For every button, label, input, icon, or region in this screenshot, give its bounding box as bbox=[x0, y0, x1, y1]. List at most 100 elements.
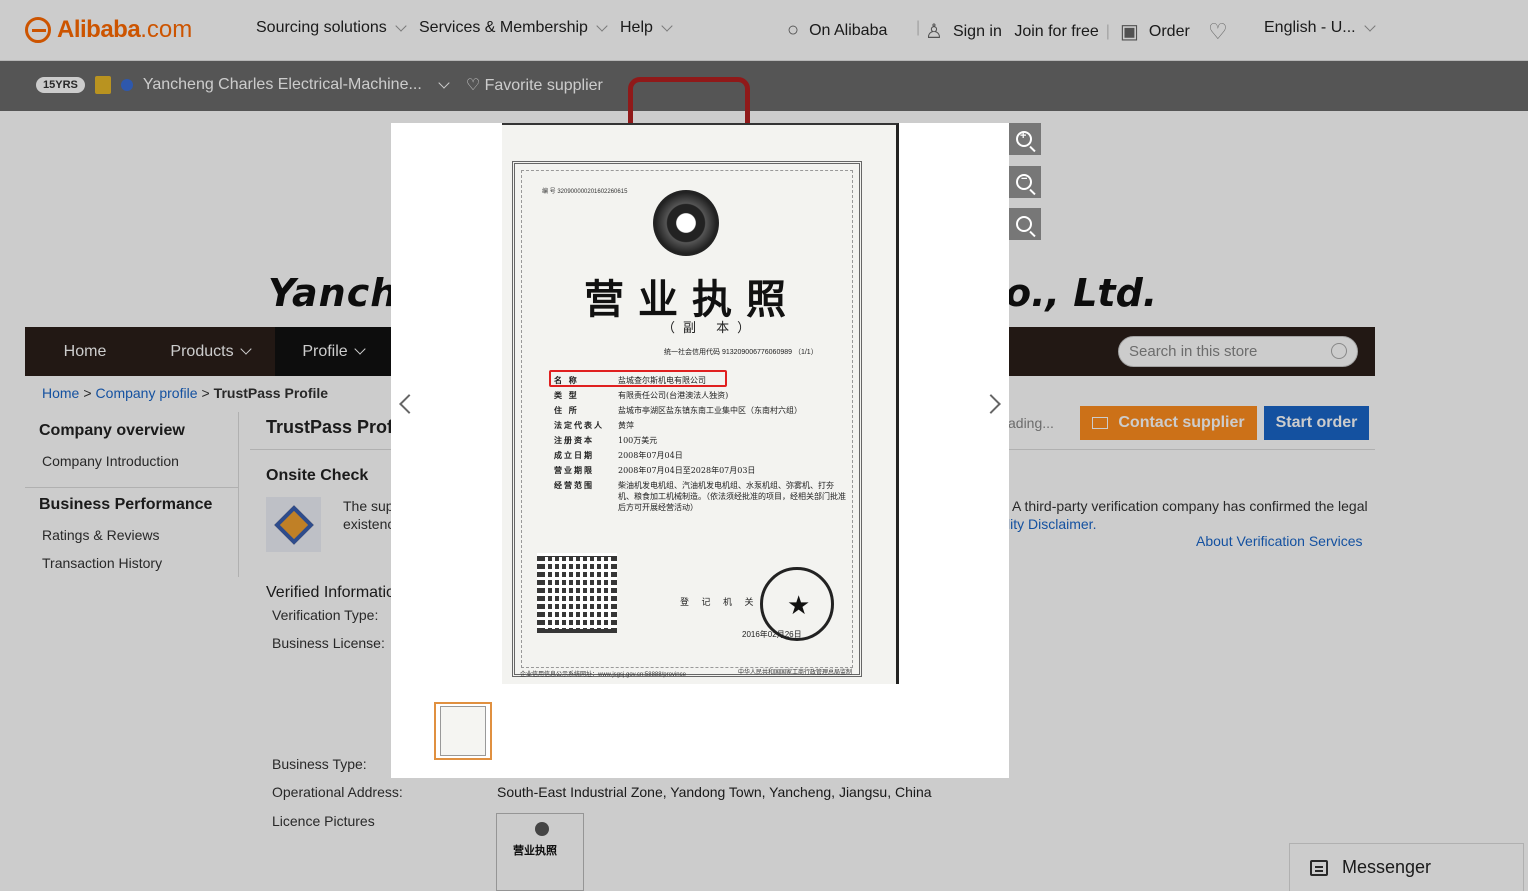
field-value: 柴油机发电机组、汽油机发电机组、水泵机组、弥雾机、打夯机、粮食加工机械制造。（依… bbox=[618, 481, 846, 512]
field-key: 法定代表人 bbox=[554, 420, 604, 430]
breadcrumb-home[interactable]: Home bbox=[42, 385, 79, 401]
field-key: 成立日期 bbox=[554, 450, 594, 460]
license-date: 2016年02月26日 bbox=[742, 630, 802, 639]
join-free-link[interactable]: Join for free bbox=[1014, 23, 1098, 41]
field-key: 名 称 bbox=[554, 375, 579, 385]
nav-help[interactable]: Help bbox=[620, 19, 673, 37]
store-company-name[interactable]: Yancheng Charles Electrical-Machine... bbox=[143, 76, 422, 94]
image-viewer-modal: 编 号 320900000201602260615 营业执照 （副 本） 统一社… bbox=[391, 123, 1009, 778]
license-field-capital: 注册资本 100万美元 bbox=[554, 435, 848, 446]
chevron-down-icon bbox=[239, 343, 252, 355]
viewer-thumbnail[interactable] bbox=[434, 702, 492, 760]
nav-services-membership[interactable]: Services & Membership bbox=[419, 19, 608, 37]
start-order-button[interactable]: Start order bbox=[1264, 406, 1369, 440]
field-key: 经营范围 bbox=[554, 480, 594, 490]
chevron-down-icon bbox=[596, 19, 608, 32]
about-verification-link[interactable]: About Verification Services bbox=[1196, 533, 1363, 549]
divider: | bbox=[916, 19, 921, 36]
registration-office: 登 记 机 关 bbox=[680, 597, 759, 607]
onsite-description-right: A third-party verification company has c… bbox=[1012, 498, 1368, 514]
language-label: English - U... bbox=[1264, 19, 1356, 36]
language-selector[interactable]: English - U... bbox=[1264, 19, 1376, 37]
top-header: Alibaba .com Sourcing solutions Services … bbox=[0, 0, 1528, 61]
messenger-button[interactable]: Messenger bbox=[1289, 843, 1524, 891]
on-alibaba-search[interactable]: ○ On Alibaba bbox=[787, 19, 887, 42]
verified-icon bbox=[120, 79, 133, 91]
licence-picture-thumbnail[interactable]: 营业执照 bbox=[496, 813, 584, 891]
page-title: TrustPass Prof bbox=[266, 417, 394, 437]
license-field-established: 成立日期 2008年07月04日 bbox=[554, 450, 848, 461]
chevron-down-icon[interactable] bbox=[438, 76, 450, 89]
field-key: 住 所 bbox=[554, 405, 579, 415]
breadcrumb-company-profile[interactable]: Company profile bbox=[96, 385, 198, 401]
user-menu[interactable]: ♙ Sign in Join for free | bbox=[925, 19, 1110, 44]
field-value: 盐城查尔斯机电有限公司 bbox=[618, 376, 706, 385]
license-field-scope: 经营范围 柴油机发电机组、汽油机发电机组、水泵机组、弥雾机、打夯机、粮食加工机械制… bbox=[554, 480, 848, 513]
previous-image-button[interactable] bbox=[391, 373, 421, 435]
chevron-down-icon bbox=[354, 343, 366, 355]
store-search-input[interactable]: Search in this store bbox=[1118, 336, 1358, 367]
chevron-down-icon bbox=[661, 19, 673, 32]
license-footer-right: 中华人民共和国国家工商行政管理总局监制 bbox=[738, 670, 853, 676]
chevron-left-icon bbox=[399, 394, 419, 414]
nav-sourcing-solutions[interactable]: Sourcing solutions bbox=[256, 19, 407, 37]
field-value: 2008年07月04日至2028年07月03日 bbox=[618, 466, 756, 475]
sign-in-link[interactable]: Sign in bbox=[953, 23, 1002, 41]
alibaba-logo[interactable]: Alibaba .com bbox=[25, 14, 192, 46]
favorite-supplier-button[interactable]: ♡ Favorite supplier bbox=[466, 75, 603, 95]
years-badge: 15YRS bbox=[36, 77, 85, 93]
store-nav-products[interactable]: Products bbox=[145, 327, 275, 376]
messenger-label: Messenger bbox=[1342, 857, 1432, 877]
sidebar-item-ratings-reviews[interactable]: Ratings & Reviews bbox=[42, 527, 160, 543]
zoom-out-button[interactable]: − bbox=[1007, 166, 1041, 198]
order-link[interactable]: ▣ Order bbox=[1120, 19, 1190, 44]
breadcrumb-current: TrustPass Profile bbox=[213, 385, 329, 401]
sidebar-item-company-introduction[interactable]: Company Introduction bbox=[42, 453, 179, 469]
store-nav-profile[interactable]: Profile bbox=[275, 327, 391, 376]
sidebar-item-transaction-history[interactable]: Transaction History bbox=[42, 555, 162, 571]
next-image-button[interactable] bbox=[979, 373, 1009, 435]
sidebar-section-company-overview[interactable]: Company overview bbox=[39, 422, 185, 440]
breadcrumb-separator: > bbox=[83, 385, 92, 401]
license-footer-left: 企业信用信息公示系统网址：www.jsgsj.gov.cn:58888/prov… bbox=[520, 672, 686, 678]
sidebar-section-business-performance[interactable]: Business Performance bbox=[39, 496, 212, 514]
field-value: 100万美元 bbox=[618, 436, 658, 445]
zoom-reset-icon bbox=[1016, 216, 1032, 232]
business-license-image: 编 号 320900000201602260615 营业执照 （副 本） 统一社… bbox=[502, 123, 899, 684]
verification-type-label: Verification Type: bbox=[272, 607, 379, 623]
mail-icon bbox=[1092, 417, 1109, 429]
alibaba-logo-icon bbox=[25, 17, 51, 43]
license-field-term: 营业期限 2008年07月04日至2028年07月03日 bbox=[554, 465, 848, 476]
store-nav-home[interactable]: Home bbox=[25, 327, 145, 376]
nav-label: Help bbox=[620, 19, 653, 36]
contact-supplier-button[interactable]: Contact supplier bbox=[1080, 406, 1257, 440]
store-search-placeholder: Search in this store bbox=[1129, 343, 1258, 360]
field-value: 黄萍 bbox=[618, 421, 634, 430]
onsite-check-title: Onsite Check bbox=[266, 467, 369, 484]
national-emblem-icon bbox=[653, 190, 719, 256]
license-field-address: 住 所 盐城市亭湖区盐东镇东南工业集中区（东南村六组） bbox=[554, 405, 848, 416]
heart-icon: ♡ bbox=[465, 77, 481, 94]
search-icon[interactable] bbox=[1331, 343, 1347, 359]
store-nav-label: Profile bbox=[302, 343, 348, 360]
chevron-down-icon bbox=[395, 19, 407, 32]
field-value: 有限责任公司(台港澳法人独资) bbox=[618, 391, 729, 400]
start-order-label: Start order bbox=[1275, 414, 1358, 431]
order-label: Order bbox=[1148, 22, 1190, 40]
search-icon: ○ bbox=[787, 19, 800, 41]
operational-address-value: South-East Industrial Zone, Yandong Town… bbox=[497, 784, 932, 800]
emblem-icon bbox=[535, 822, 549, 836]
zoom-reset-button[interactable] bbox=[1007, 208, 1041, 240]
liability-disclaimer-link[interactable]: lity Disclaimer. bbox=[1007, 516, 1096, 532]
nav-label: Sourcing solutions bbox=[256, 19, 387, 36]
favorites-heart-icon[interactable]: ♡ bbox=[1208, 19, 1228, 45]
zoom-in-button[interactable]: + bbox=[1007, 123, 1041, 155]
field-value: 盐城市亭湖区盐东镇东南工业集中区（东南村六组） bbox=[618, 406, 802, 415]
field-key: 营业期限 bbox=[554, 465, 594, 475]
onsite-check-icon bbox=[266, 497, 321, 552]
logo-text: Alibaba bbox=[57, 16, 141, 43]
banner-title-right: o., Ltd. bbox=[1005, 271, 1158, 315]
license-field-name: 名 称 盐城查尔斯机电有限公司 bbox=[554, 375, 848, 386]
logo-suffix: .com bbox=[140, 16, 193, 43]
business-type-label: Business Type: bbox=[272, 756, 367, 772]
